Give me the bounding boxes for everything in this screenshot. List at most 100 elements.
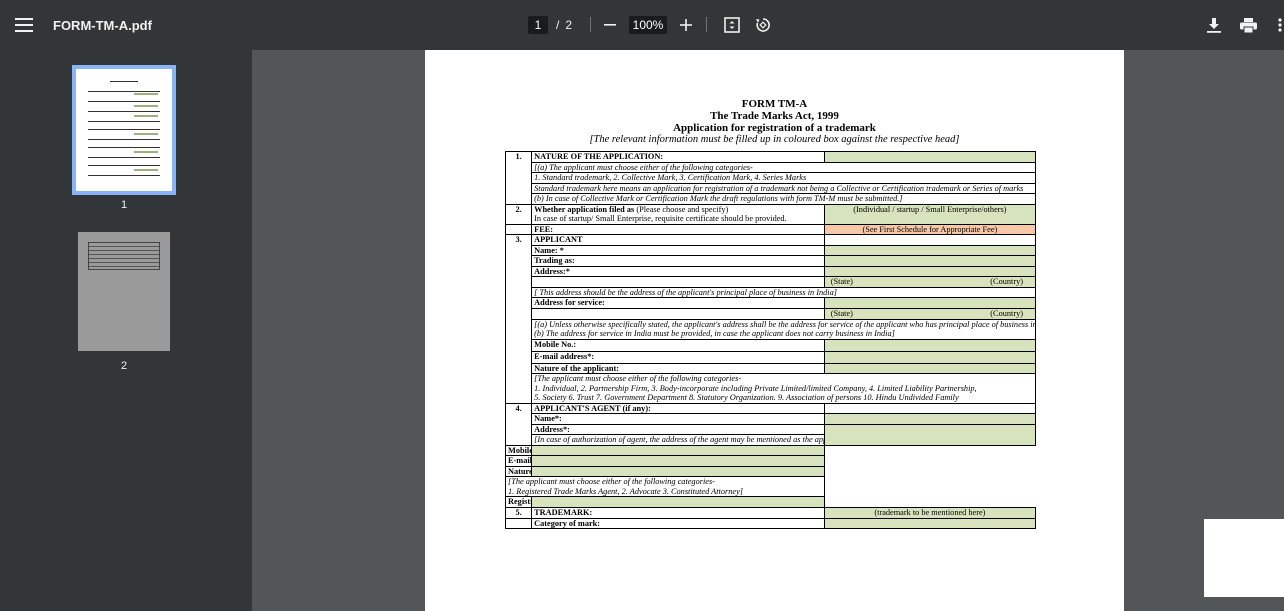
trading-as-field[interactable] [823,255,1037,267]
zoom-input[interactable]: 100% [629,16,667,34]
trading-as-label: Trading as: [531,255,825,267]
service-state-country-field[interactable]: (State) (Country) [823,307,1037,320]
agent-address-field[interactable] [823,423,1037,446]
empty-cell [531,276,825,288]
fit-page-button[interactable] [723,0,741,50]
pdf-toolbar: FORM-TM-A.pdf 1 / 2 100% [0,0,1284,50]
address-for-service-field[interactable] [823,297,1037,309]
agent-mobile-field[interactable] [531,444,825,457]
table-row: [ This address should be the address of … [506,286,1036,299]
fee-field[interactable]: (See First Schedule for Appropriate Fee) [823,223,1037,236]
table-row: 5. TRADEMARK: (trademark to be mentioned h… [504,507,1037,519]
thumbnail-line [88,101,160,102]
trademark-field[interactable]: (trademark to be mentioned here) [823,507,1037,519]
note-text: (b) In case of Collective Mark or Certif… [531,193,1036,205]
filed-as-label: Whether application filed as (Please cho… [531,203,825,225]
table-row: Mobile No.: [506,338,1037,352]
zoom-out-button[interactable] [602,0,618,50]
zoom-in-button[interactable] [678,0,694,50]
table-row: Name*: [506,413,1037,425]
email-label: E-mail address*: [531,350,825,364]
thumbnail-field [134,151,158,153]
page-thumbnail-2[interactable] [78,232,170,351]
table-row: Address:* [506,265,1037,278]
state-country-field[interactable]: (State) (Country) [823,276,1037,288]
table-row: [(a) The applicant must choose either of… [506,161,1036,174]
print-icon [1239,17,1257,33]
row-number [504,223,533,236]
download-button[interactable] [1205,0,1223,50]
thumbnail-sidebar: 1 2 [0,50,252,611]
thumbnail-line [88,121,160,122]
page-total: 2 [565,18,573,32]
country-label: (Country) [990,277,1023,287]
row-number: 1. [504,151,533,205]
table-row: 3. APPLICANT [504,234,1037,404]
nature-of-application-field[interactable] [823,151,1037,163]
table-row: FEE: (See First Schedule for Appropriate… [504,223,1037,236]
toolbar-divider [590,17,591,32]
note-text: [(a) The applicant must choose either of… [531,161,1036,174]
page-thumbnail-1[interactable] [72,65,176,195]
filed-as-bold: Whether application filed as [534,204,635,214]
row-number [504,517,533,530]
print-button[interactable] [1239,0,1257,50]
nature-of-application-label: NATURE OF THE APPLICATION: [531,151,825,163]
table-row: (State) (Country) [506,276,1037,288]
table-row: Name: * [506,244,1037,257]
category-field[interactable] [823,517,1037,530]
agent-nature-field[interactable] [531,465,825,478]
thumbnail-field [134,133,158,135]
table-row: [The applicant must choose either of the… [506,373,1036,404]
act-title: The Trade Marks Act, 1999 [710,110,839,122]
row-number: 3. [504,234,533,404]
download-icon [1207,18,1221,33]
email-field[interactable] [823,350,1037,364]
fee-label: FEE: [531,223,825,236]
table-row: Standard trademark here means an applica… [506,182,1036,195]
zoom-level: 100% [629,0,667,50]
table-row: Address*: [506,423,1037,446]
address-field[interactable] [823,265,1037,278]
fit-page-icon [724,17,740,33]
nature-of-applicant-field[interactable] [823,362,1037,375]
agent-email-field[interactable] [531,455,825,467]
note-text: Standard trademark here means an applica… [531,182,1036,195]
applicant-label: APPLICANT [531,234,825,246]
agent-email-label: E-mail address*: [504,455,533,467]
toolbar-divider [706,17,707,32]
nature-note-b: 1. Individual, 2. Partnership Firm, 3. B… [534,383,977,393]
more-options-button[interactable] [1276,0,1284,50]
menu-button[interactable] [12,0,36,50]
agent-heading: APPLICANT'S AGENT (if any): [534,403,651,413]
rotate-button[interactable] [754,0,772,50]
note-text: [(a) Unless otherwise specifically state… [531,318,1036,340]
table-row: Nature of the applicant: [506,362,1037,375]
address-for-service-label: Address for service: [531,297,825,309]
table-row: Mobile No.* : [504,444,1036,457]
document-viewer[interactable]: FORM TM-A The Trade Marks Act, 1999 Appl… [252,50,1284,611]
thumbnail-line [88,111,160,112]
mobile-field[interactable] [823,338,1037,352]
state-label: (State) [830,277,853,287]
pdf-page: FORM TM-A The Trade Marks Act, 1999 Appl… [425,50,1124,611]
row-number: 5. [504,507,533,519]
overlay-panel [1204,519,1284,597]
agent-note: [In case of authorization of agent, the … [531,434,825,446]
table-row: Registration No.: [504,496,1036,508]
country-label: (Country) [990,308,1023,318]
filed-as-sub: In case of startup/ Small Enterprise, re… [534,214,787,224]
row-number: 2. [504,203,533,225]
table-row: 2. Whether application filed as (Please … [504,203,1037,225]
table-row: (b) In case of Collective Mark or Certif… [506,193,1036,205]
name-field[interactable] [823,244,1037,257]
name-label: Name: * [531,244,825,257]
note-text: 1. Standard trademark, 2. Collective Mar… [531,172,1036,184]
mobile-label: Mobile No.: [531,338,825,352]
agent-name-field[interactable] [823,413,1037,425]
filed-as-rest: (Please choose and specify) [634,204,729,214]
filed-as-field[interactable]: (Individual / startup / Small Enterprise… [823,203,1037,225]
registration-number-field[interactable] [531,496,825,508]
page-number-input[interactable]: 1 [528,16,548,34]
page-separator: / [556,18,560,32]
